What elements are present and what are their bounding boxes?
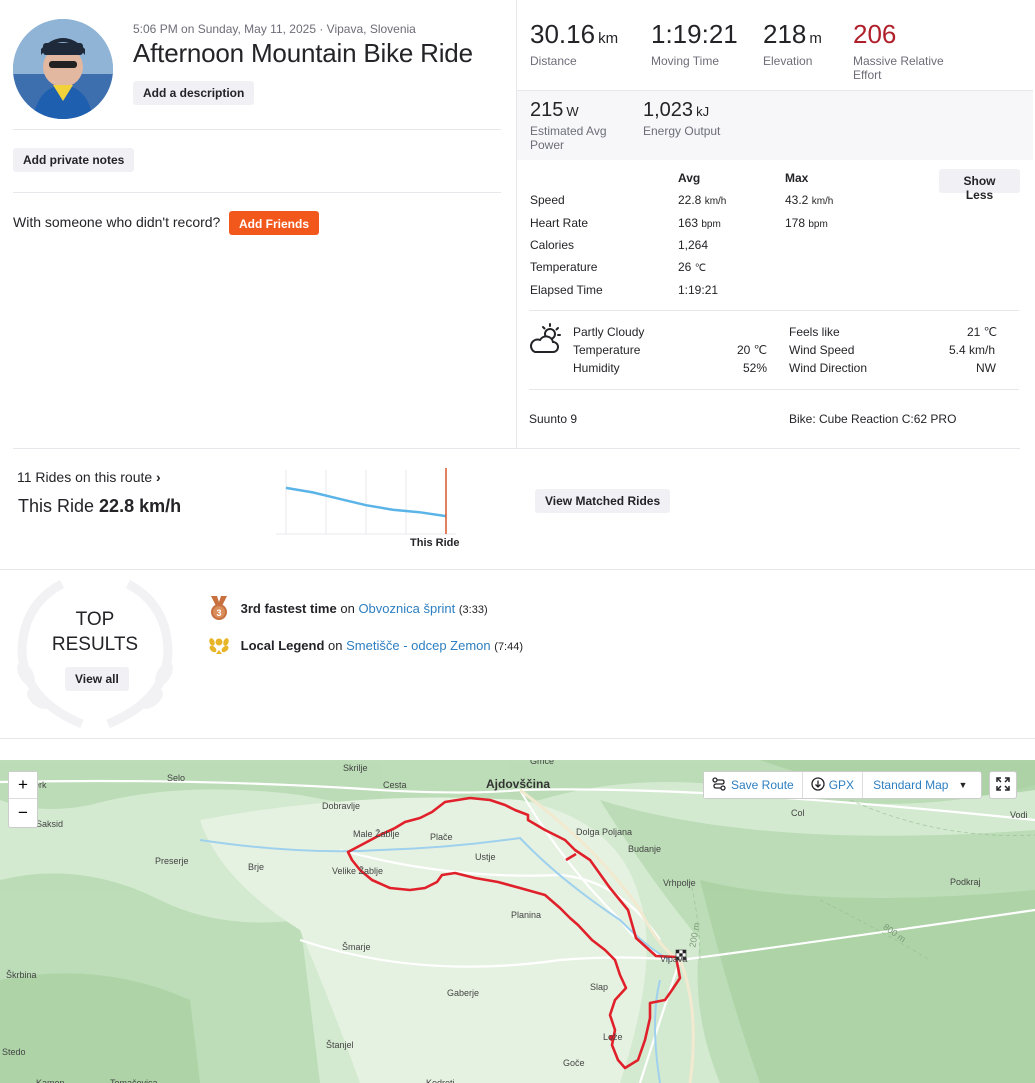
- top-results-title: TOP RESULTS: [51, 609, 139, 655]
- map-place-label: Gmče: [530, 760, 555, 766]
- map-place-label: Stedo: [2, 1047, 26, 1057]
- stat-distance: 30.16 km Distance: [530, 19, 619, 68]
- map-place-label: Tomačevica: [110, 1078, 158, 1083]
- header-max: Max: [785, 171, 809, 185]
- map-place-label: Vodi: [1010, 810, 1028, 820]
- view-all-button[interactable]: View all: [65, 667, 129, 691]
- map-place-label: Gaberje: [447, 988, 480, 998]
- map-place-label: Male Žablje: [353, 829, 400, 839]
- friends-prompt: With someone who didn't record?: [13, 214, 221, 230]
- map-place-label: Škrbina: [6, 970, 37, 980]
- show-less-button[interactable]: Show Less: [939, 169, 1020, 202]
- list-item: 3 3rd fastest time on Obvoznica šprint (…: [207, 595, 488, 621]
- map-place-label: Kamen: [36, 1078, 65, 1083]
- laurel-icon: [207, 633, 231, 660]
- route-map[interactable]: Selo Skrilje Cesta Ajdovščina Dobravlje Male …: [0, 760, 1035, 1083]
- segment-link[interactable]: Obvoznica šprint: [358, 601, 455, 616]
- weather-condition: Partly Cloudy: [573, 325, 645, 339]
- download-icon: [811, 776, 825, 794]
- map-place-label: Ustje: [475, 852, 496, 862]
- map-place-label: Preserje: [155, 856, 189, 866]
- athlete-avatar[interactable]: [13, 19, 113, 119]
- map-place-label: Podkraj: [950, 877, 981, 887]
- map-place-label: Selo: [167, 773, 186, 783]
- map-place-label: Štanjel: [326, 1040, 354, 1050]
- map-place-label: Kodreti: [426, 1078, 455, 1083]
- map-toolbar: Save Route GPX Standard Map ▼: [703, 771, 982, 799]
- matched-rides-trend-chart: [276, 468, 456, 535]
- gear-device: Suunto 9: [529, 412, 578, 426]
- map-place-label: Goče: [563, 1058, 585, 1068]
- activity-datetime-location: 5:06 PM on Sunday, May 11, 2025 · Vipava…: [133, 22, 416, 36]
- view-matched-rides-button[interactable]: View Matched Rides: [535, 489, 671, 513]
- activity-title: Afternoon Mountain Bike Ride: [133, 38, 473, 68]
- matched-rides-link[interactable]: 11 Rides on this route ›: [17, 469, 161, 485]
- svg-text:3: 3: [216, 608, 221, 618]
- zoom-control: + −: [8, 771, 38, 828]
- map-place-label: Dolga Poljana: [576, 827, 633, 837]
- add-private-notes-button[interactable]: Add private notes: [13, 148, 135, 172]
- stat-avg-power: 215 W Estimated Avg Power: [530, 99, 607, 152]
- stat-energy-output: 1,023 kJ Energy Output: [643, 99, 721, 138]
- stat-relative-effort[interactable]: 206 Massive Relative Effort: [853, 19, 963, 82]
- map-place-label: Dobravlje: [322, 801, 361, 811]
- chevron-right-icon: ›: [156, 469, 161, 485]
- add-friends-button[interactable]: Add Friends: [229, 211, 320, 235]
- partly-cloudy-icon: [529, 322, 563, 359]
- map-place-label: Cesta: [383, 780, 407, 790]
- this-ride-speed: This Ride 22.8 km/h: [18, 496, 182, 516]
- save-route-button[interactable]: Save Route: [704, 772, 803, 798]
- map-place-label: Slap: [590, 982, 609, 992]
- list-item: Local Legend on Smetišče - odcep Zemon (…: [207, 633, 523, 659]
- map-canvas: [0, 760, 1035, 1083]
- gear-bike[interactable]: Bike: Cube Reaction C:62 PRO: [789, 412, 956, 426]
- details-table: Avg Max Show Less Speed 22.8 km/h 43.2 k…: [530, 160, 1020, 300]
- add-description-button[interactable]: Add a description: [133, 81, 255, 105]
- gpx-download-button[interactable]: GPX: [802, 772, 864, 798]
- bronze-medal-icon: 3: [207, 595, 231, 624]
- segment-link[interactable]: Smetišče - odcep Zemon: [346, 638, 491, 653]
- caret-down-icon: ▼: [958, 780, 968, 790]
- stats-second-panel: 215 W Estimated Avg Power 1,023 kJ Energy …: [517, 91, 1033, 160]
- zoom-in-button[interactable]: +: [9, 772, 37, 799]
- stat-moving-time: 1:19:21 Moving Time: [651, 19, 738, 68]
- map-place-label: Planina: [511, 910, 542, 920]
- map-type-select[interactable]: Standard Map ▼: [863, 772, 978, 798]
- map-place-label: Col: [791, 808, 805, 818]
- map-place-label: Velike Žablje: [332, 866, 384, 876]
- map-place-label: Budanje: [628, 844, 662, 854]
- map-place-label: Plače: [430, 832, 453, 842]
- map-place-label: Šmarje: [342, 942, 371, 952]
- expand-icon: [995, 776, 1011, 795]
- map-place-label: Skrilje: [343, 763, 368, 773]
- zoom-out-button[interactable]: −: [9, 799, 37, 826]
- map-place-label: Ajdovščina: [486, 777, 551, 791]
- this-ride-marker-label: This Ride: [410, 537, 460, 549]
- stats-top-panel: 30.16 km Distance 1:19:21 Moving Time 218…: [517, 0, 1035, 90]
- map-place-label: Vipava: [660, 954, 688, 964]
- route-icon: [712, 776, 726, 794]
- stat-elevation: 218 m Elevation: [763, 19, 822, 68]
- map-place-label: Vrhpolje: [663, 878, 696, 888]
- map-place-label: Brje: [248, 862, 265, 872]
- weather-panel: Partly Cloudy Temperature 20 ℃ Humidity …: [529, 320, 1019, 380]
- map-place-label: Saksid: [36, 819, 64, 829]
- header-avg: Avg: [678, 171, 701, 185]
- map-place-label: Lože: [603, 1032, 623, 1042]
- fullscreen-button[interactable]: [989, 771, 1017, 799]
